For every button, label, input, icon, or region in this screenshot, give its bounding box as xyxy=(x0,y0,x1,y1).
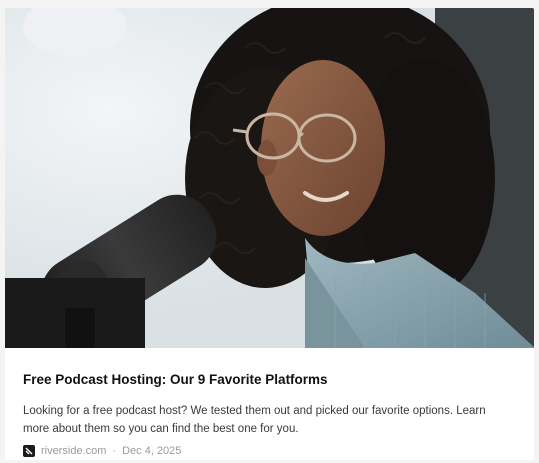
podcast-host-photo xyxy=(5,8,534,348)
riverside-logo-icon xyxy=(23,445,35,457)
meta-separator: · xyxy=(112,445,117,457)
card-body: Free Podcast Hosting: Our 9 Favorite Pla… xyxy=(5,348,534,460)
article-description: Looking for a free podcast host? We test… xyxy=(23,405,486,435)
article-card[interactable]: Free Podcast Hosting: Our 9 Favorite Pla… xyxy=(5,8,534,460)
hero-image[interactable] xyxy=(5,8,534,348)
article-title[interactable]: Free Podcast Hosting: Our 9 Favorite Pla… xyxy=(23,372,328,387)
article-meta: riverside.com · Dec 4, 2025 xyxy=(23,445,181,457)
publish-date: Dec 4, 2025 xyxy=(122,445,182,457)
source-domain[interactable]: riverside.com xyxy=(41,445,106,457)
